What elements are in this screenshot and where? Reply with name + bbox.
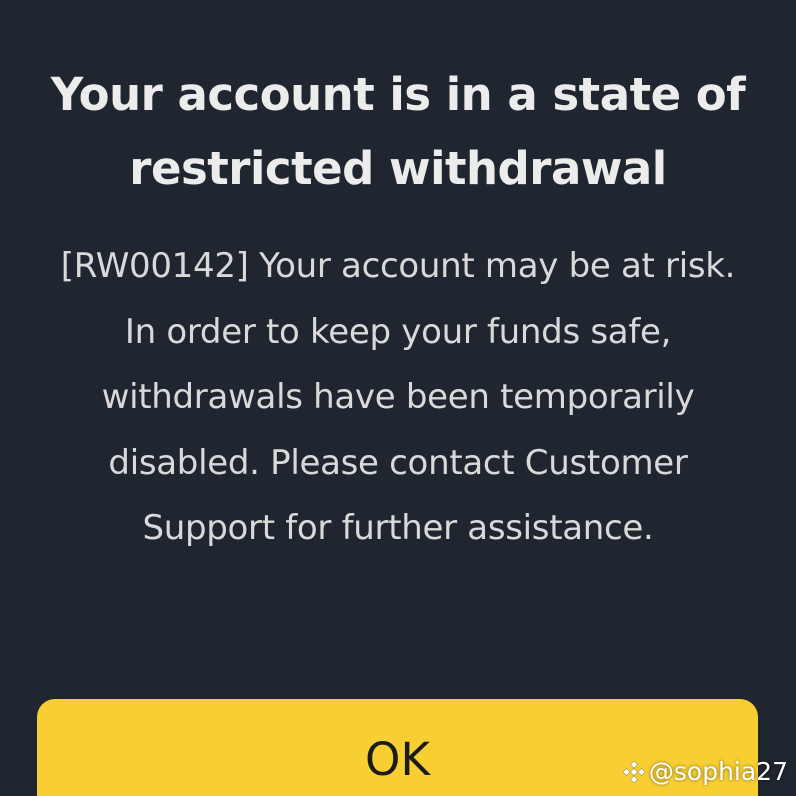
watermark: @sophia27 xyxy=(622,756,788,788)
restriction-dialog: Your account is in a state of restricted… xyxy=(0,0,796,796)
watermark-handle: @sophia27 xyxy=(648,757,788,786)
dialog-message: [RW00142] Your account may be at risk. I… xyxy=(60,246,736,548)
dialog-title: Your account is in a state of restricted… xyxy=(50,68,746,195)
binance-logo-icon xyxy=(622,761,645,783)
